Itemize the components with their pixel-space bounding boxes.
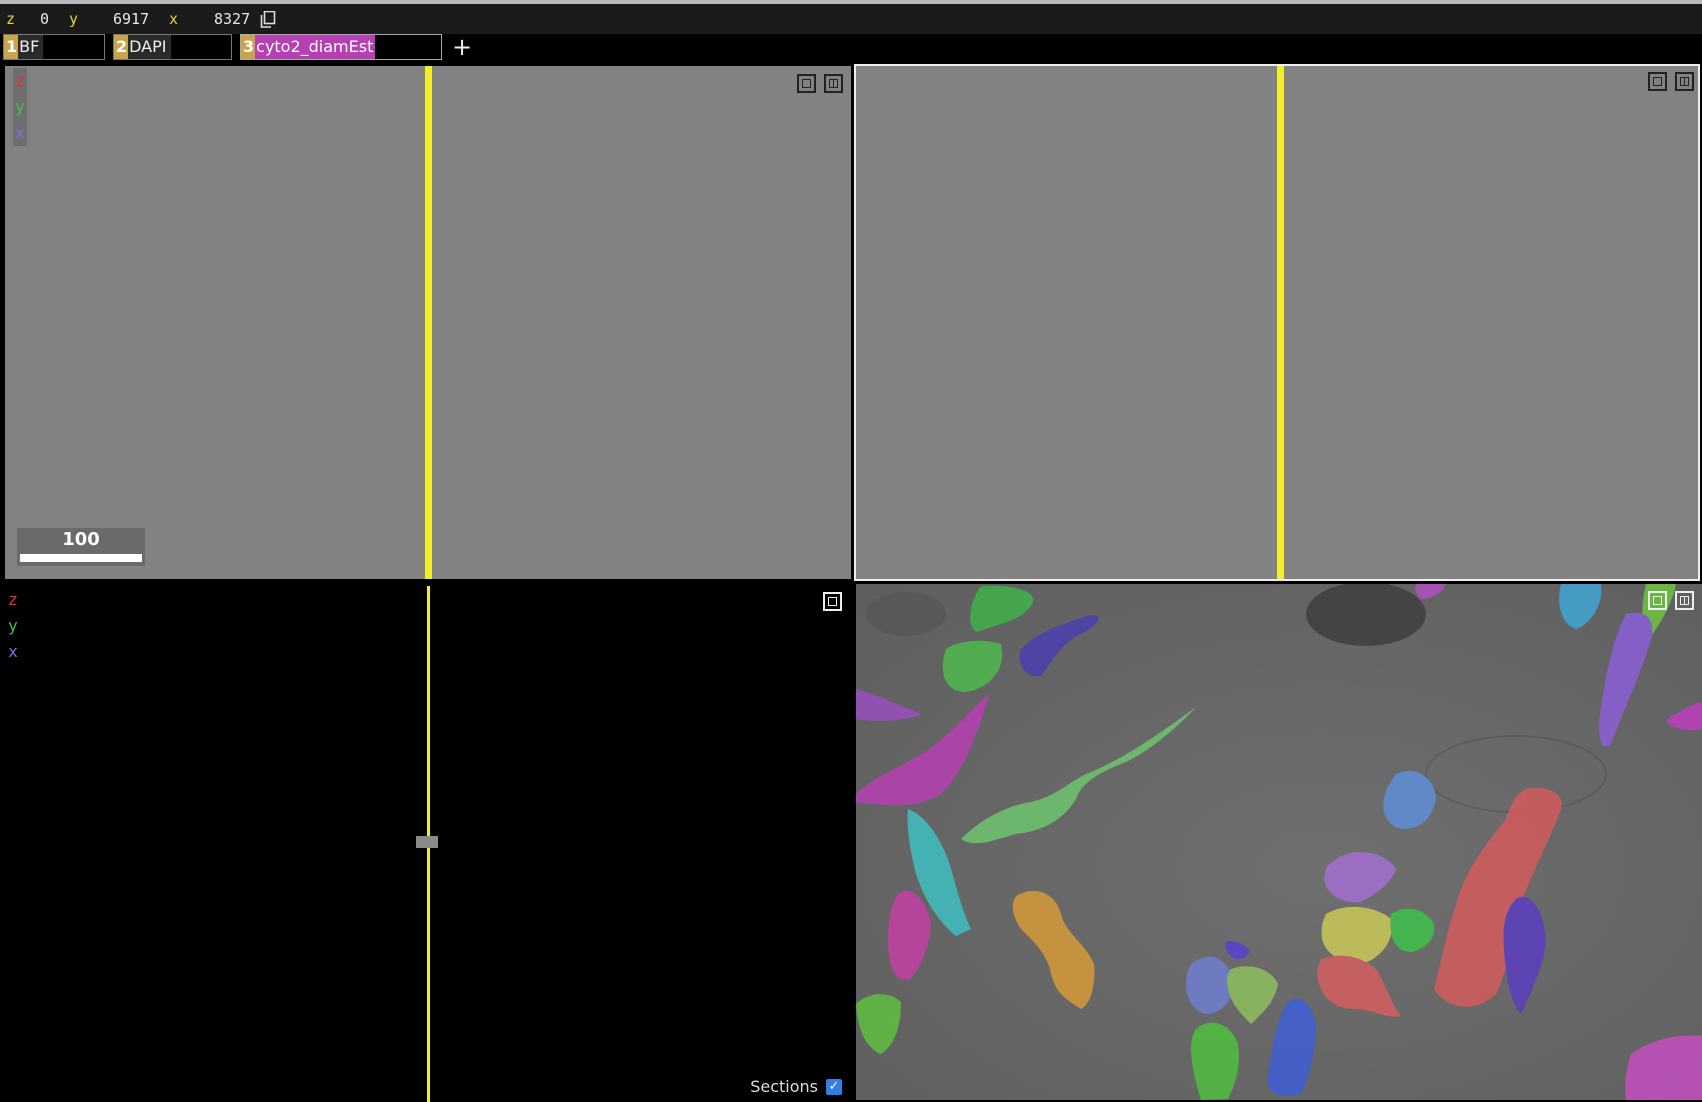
axis-y-label: y [8,616,18,635]
viewer-panel-bottom-left[interactable]: z y x Sections ✓ [0,584,852,1102]
cursor-line[interactable] [1277,66,1284,579]
copy-icon[interactable] [260,11,276,28]
viewer-panel-top-right[interactable] [854,64,1700,581]
scale-bar: 100 [17,528,145,566]
axis-y-label: y [15,97,25,116]
segmentation-image [856,584,1702,1100]
add-layer-button[interactable]: + [452,34,472,60]
layer-tab-bf[interactable]: 1 BF [3,34,105,60]
y-value[interactable]: 6917 [113,10,149,28]
axis-z-label: z [8,590,18,609]
sections-toggle[interactable]: Sections ✓ [750,1077,842,1096]
maximize-panel-icon[interactable] [1648,72,1667,91]
axis-legend: z y x [13,68,27,146]
layer-tab-dapi[interactable]: 2 DAPI [113,34,232,60]
panel-controls [797,74,843,93]
layer-index: 1 [4,35,19,59]
layer-name: BF [18,35,44,59]
split-panel-icon[interactable] [824,74,843,93]
layer-index: 2 [114,35,129,59]
axis-z-label: z [15,71,25,90]
panel-controls [823,592,842,611]
z-label: z [6,10,16,28]
x-value[interactable]: 8327 [214,10,250,28]
scale-bar-value: 100 [62,529,100,550]
layer-tab-cyto2-diamest[interactable]: 3 cyto2_diamEst [240,34,442,60]
layer-index: 3 [241,35,256,59]
viewer-panel-top-left[interactable]: z y x [5,66,851,579]
cursor-line[interactable] [425,66,432,579]
checkbox-checked-icon[interactable]: ✓ [826,1078,842,1095]
sections-label: Sections [750,1077,818,1096]
axis-x-label: x [15,123,25,142]
maximize-panel-icon[interactable] [823,592,842,611]
layer-bar: 1 BF 2 DAPI 3 cyto2_diamEst + [0,34,1702,64]
maximize-panel-icon[interactable] [1648,591,1667,610]
section-marker [416,836,438,848]
y-label: y [69,10,79,28]
split-panel-icon[interactable] [1675,591,1694,610]
x-label: x [169,10,179,28]
split-panel-icon[interactable] [1675,72,1694,91]
axis-x-label: x [8,642,18,661]
coordinate-bar: z 0 y 6917 x 8327 [0,4,1702,34]
scale-bar-line [20,554,142,562]
maximize-panel-icon[interactable] [797,74,816,93]
layer-name: cyto2_diamEst [255,35,376,59]
viewer-panel-bottom-right[interactable] [856,584,1702,1100]
axis-legend: z y x [6,587,20,665]
panel-controls [1648,72,1694,91]
layer-name: DAPI [128,35,171,59]
panel-controls [1648,591,1694,610]
z-value[interactable]: 0 [40,10,49,28]
